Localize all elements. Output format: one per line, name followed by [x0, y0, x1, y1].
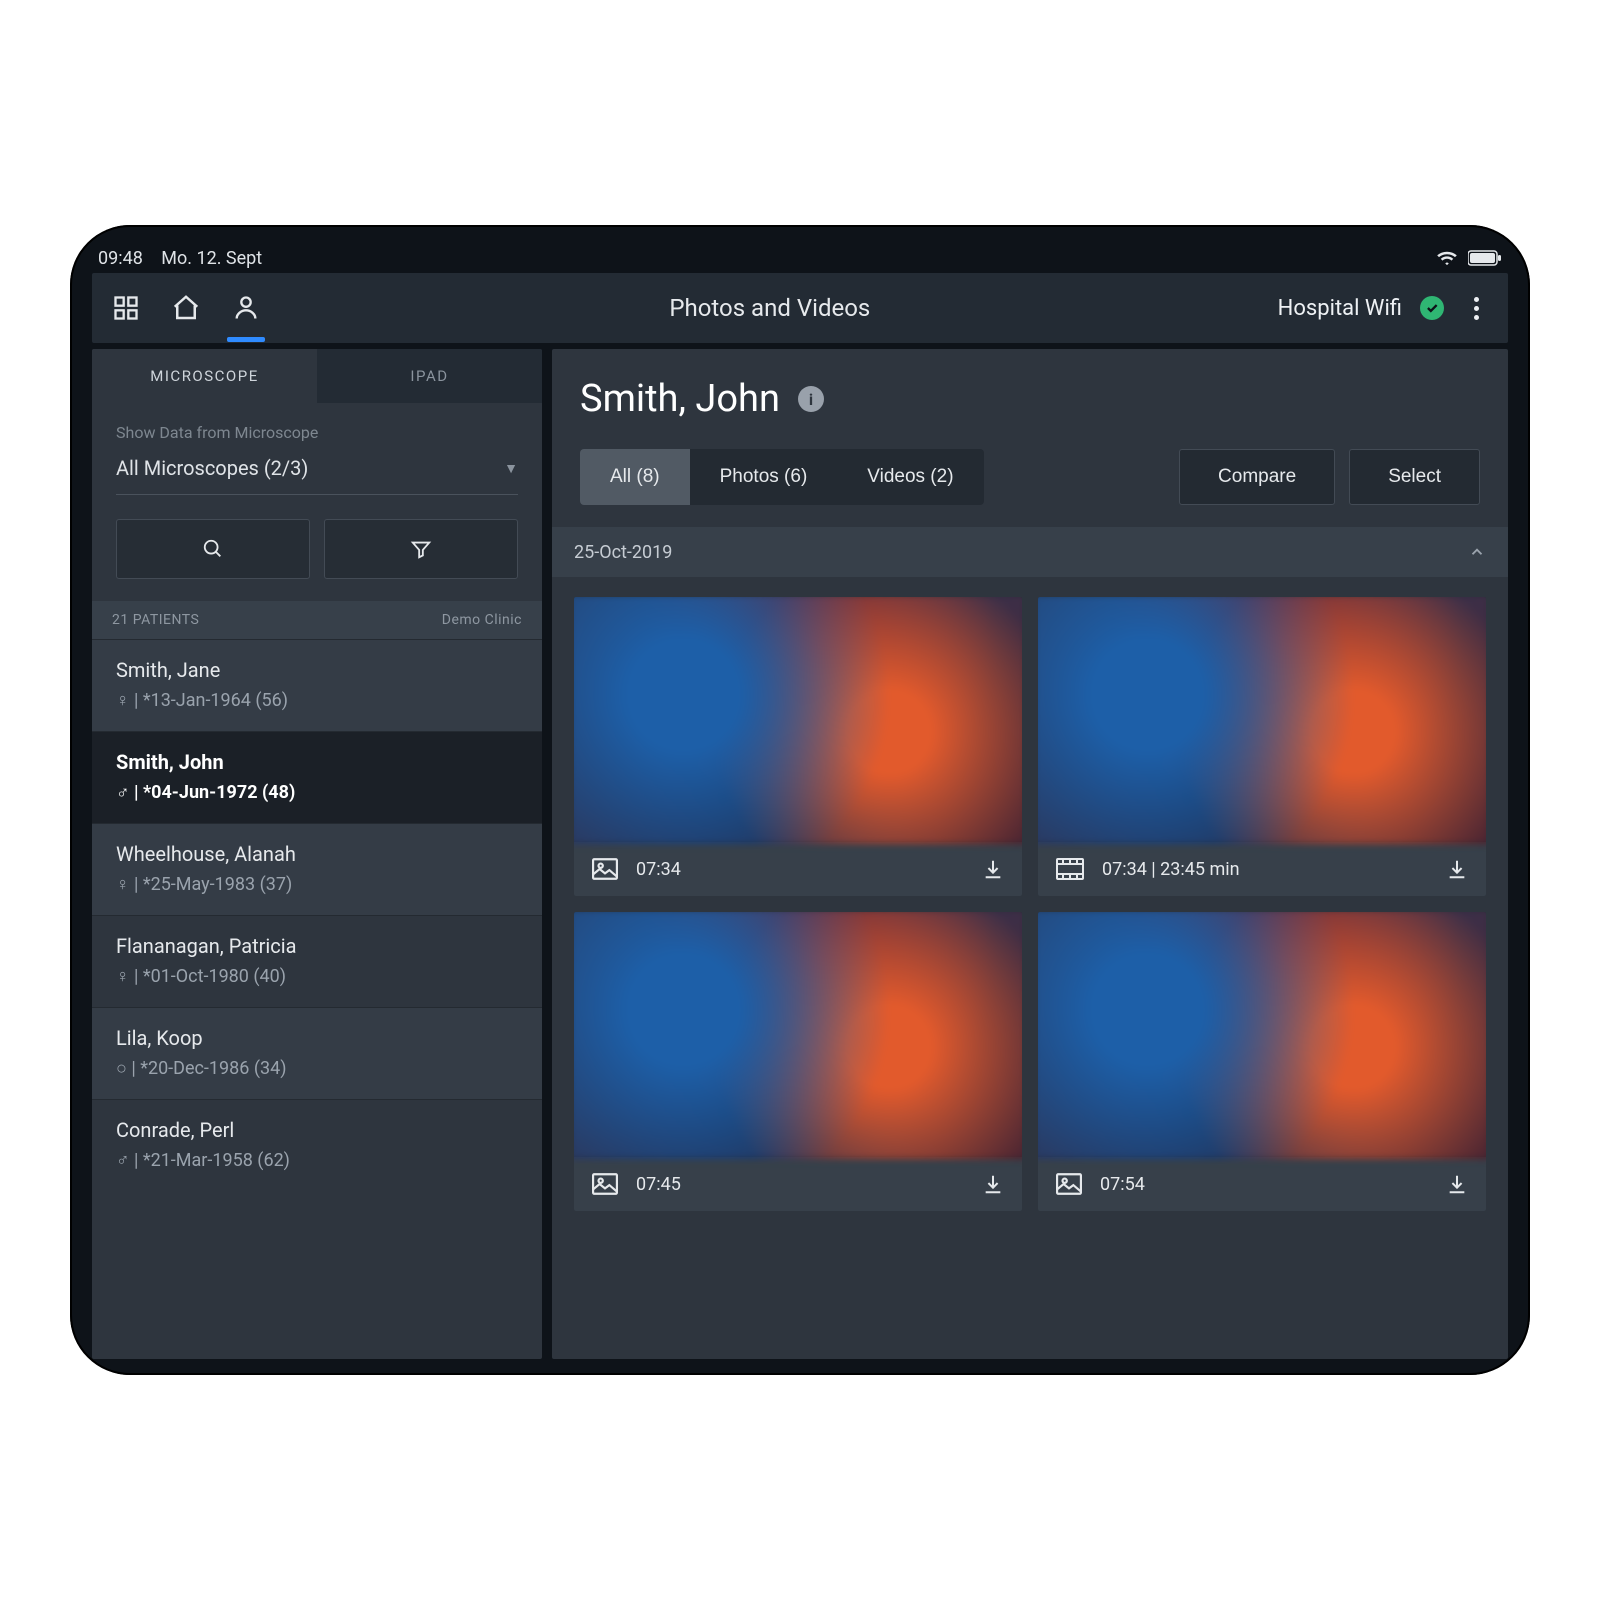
photo-icon	[592, 858, 618, 880]
compare-button[interactable]: Compare	[1179, 449, 1335, 505]
battery-icon	[1468, 250, 1502, 266]
patient-list: Smith, Jane ♀ | *13-Jan-1964 (56) Smith,…	[92, 639, 542, 1359]
media-filter-segment: All (8) Photos (6) Videos (2)	[580, 449, 984, 505]
photo-icon	[1056, 1173, 1082, 1195]
filter-photos-button[interactable]: Photos (6)	[690, 449, 838, 505]
download-icon[interactable]	[1446, 1173, 1468, 1195]
wifi-name: Hospital Wifi	[1278, 296, 1402, 321]
sidebar-sublabel: Show Data from Microscope	[116, 423, 518, 442]
nav-grid-icon[interactable]	[110, 292, 142, 324]
patient-row[interactable]: Lila, Koop ○ | *20-Dec-1986 (34)	[92, 1007, 542, 1099]
photo-icon	[592, 1173, 618, 1195]
tab-microscope[interactable]: MICROSCOPE	[92, 349, 317, 403]
info-icon[interactable]: i	[798, 386, 824, 412]
patient-name: Smith, Jane	[116, 658, 518, 682]
tab-ipad[interactable]: IPAD	[317, 349, 542, 403]
download-icon[interactable]	[982, 858, 1004, 880]
patient-row[interactable]: Flananagan, Patricia ♀ | *01-Oct-1980 (4…	[92, 915, 542, 1007]
video-icon	[1056, 858, 1084, 880]
media-time: 07:45	[636, 1174, 681, 1195]
download-icon[interactable]	[1446, 858, 1468, 880]
media-time: 07:54	[1100, 1174, 1145, 1195]
patient-row[interactable]: Smith, Jane ♀ | *13-Jan-1964 (56)	[92, 639, 542, 731]
status-bar: 09:48 Mo. 12. Sept	[92, 243, 1508, 273]
patient-name: Lila, Koop	[116, 1026, 518, 1050]
filter-button[interactable]	[324, 519, 518, 579]
patient-name: Smith, John	[116, 750, 518, 774]
status-time: 09:48	[98, 248, 143, 269]
media-grid: 07:34 07:34 | 2	[552, 577, 1508, 1231]
microscope-select[interactable]: All Microscopes (2/3) ▼	[116, 456, 518, 495]
patient-meta: ♂ | *21-Mar-1958 (62)	[116, 1150, 518, 1171]
select-button[interactable]: Select	[1349, 449, 1480, 505]
nav-person-icon[interactable]	[230, 292, 262, 324]
patient-meta: ♀ | *13-Jan-1964 (56)	[116, 690, 518, 711]
patient-name: Wheelhouse, Alanah	[116, 842, 518, 866]
status-date: Mo. 12. Sept	[161, 248, 262, 269]
patient-meta: ○ | *20-Dec-1986 (34)	[116, 1058, 518, 1079]
media-thumbnail	[1038, 912, 1486, 1159]
media-card[interactable]: 07:45	[574, 912, 1022, 1211]
page-title: Photos and Videos	[262, 294, 1278, 322]
media-thumbnail	[1038, 597, 1486, 844]
chevron-down-icon: ▼	[504, 460, 518, 477]
media-time: 07:34 | 23:45 min	[1102, 859, 1240, 880]
search-button[interactable]	[116, 519, 310, 579]
date-label: 25-Oct-2019	[574, 542, 672, 563]
patient-name: Flananagan, Patricia	[116, 934, 518, 958]
patient-count: 21 PATIENTS	[112, 612, 199, 628]
media-card[interactable]: 07:54	[1038, 912, 1486, 1211]
patient-meta: ♂ | *04-Jun-1972 (48)	[116, 782, 518, 803]
download-icon[interactable]	[982, 1173, 1004, 1195]
patient-name: Conrade, Perl	[116, 1118, 518, 1142]
patient-row[interactable]: Conrade, Perl ♂ | *21-Mar-1958 (62)	[92, 1099, 542, 1191]
filter-videos-button[interactable]: Videos (2)	[837, 449, 983, 505]
nav-home-icon[interactable]	[170, 292, 202, 324]
main-panel: Smith, John i All (8) Photos (6) Videos …	[552, 349, 1508, 1359]
patient-meta: ♀ | *25-May-1983 (37)	[116, 874, 518, 895]
patient-list-header: 21 PATIENTS Demo Clinic	[92, 601, 542, 639]
media-card[interactable]: 07:34	[574, 597, 1022, 896]
microscope-select-value: All Microscopes (2/3)	[116, 456, 308, 480]
date-section-header[interactable]: 25-Oct-2019	[552, 527, 1508, 577]
top-nav: Photos and Videos Hospital Wifi	[92, 273, 1508, 343]
filter-all-button[interactable]: All (8)	[580, 449, 690, 505]
patient-meta: ♀ | *01-Oct-1980 (40)	[116, 966, 518, 987]
check-badge-icon	[1420, 296, 1444, 320]
media-time: 07:34	[636, 859, 681, 880]
patient-row[interactable]: Smith, John ♂ | *04-Jun-1972 (48)	[92, 731, 542, 823]
patient-row[interactable]: Wheelhouse, Alanah ♀ | *25-May-1983 (37)	[92, 823, 542, 915]
chevron-up-icon	[1468, 543, 1486, 561]
device-frame: 09:48 Mo. 12. Sept	[70, 225, 1530, 1375]
patient-title: Smith, John	[580, 377, 780, 421]
sidebar: MICROSCOPE IPAD Show Data from Microscop…	[92, 349, 542, 1359]
clinic-name: Demo Clinic	[442, 612, 522, 628]
media-thumbnail	[574, 912, 1022, 1159]
wifi-icon	[1436, 250, 1458, 266]
overflow-menu-icon[interactable]	[1462, 294, 1490, 322]
media-card[interactable]: 07:34 | 23:45 min	[1038, 597, 1486, 896]
media-thumbnail	[574, 597, 1022, 844]
